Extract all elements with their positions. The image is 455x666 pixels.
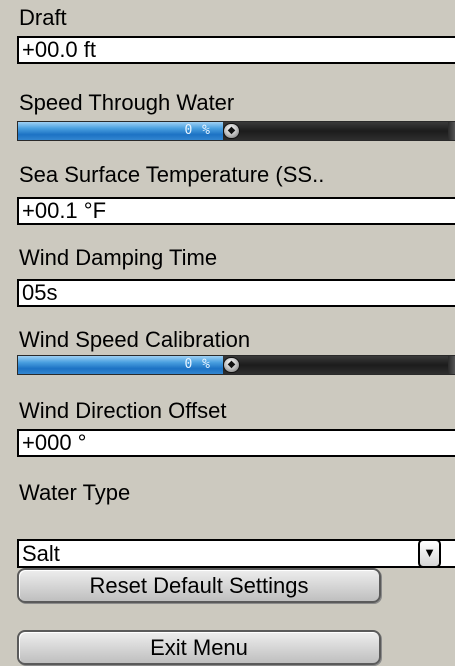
wind-direction-offset-field[interactable]: +000 ° bbox=[17, 429, 455, 457]
slider-handle-icon[interactable]: ◆ bbox=[223, 123, 240, 139]
slider-fill: 0 % bbox=[18, 122, 223, 140]
draft-field[interactable]: +00.0 ft bbox=[17, 36, 455, 64]
water-type-select[interactable]: Salt bbox=[17, 539, 455, 568]
reset-default-settings-button[interactable]: Reset Default Settings bbox=[17, 568, 381, 603]
speed-through-water-slider[interactable]: 0 % ◆ bbox=[17, 121, 455, 141]
slider-fill: 0 % bbox=[18, 356, 223, 374]
slider-end bbox=[448, 122, 455, 140]
wind-direction-offset-label: Wind Direction Offset bbox=[19, 398, 227, 423]
slider-end bbox=[448, 356, 455, 374]
slider-percent: 0 % bbox=[184, 123, 211, 138]
triangle-down-icon[interactable]: ▼ bbox=[418, 539, 441, 568]
exit-menu-button[interactable]: Exit Menu bbox=[17, 630, 381, 665]
wind-damping-time-label: Wind Damping Time bbox=[19, 245, 218, 270]
wind-speed-calibration-slider[interactable]: 0 % ◆ bbox=[17, 355, 455, 375]
sea-surface-temperature-field[interactable]: +00.1 °F bbox=[17, 197, 455, 225]
speed-through-water-label: Speed Through Water bbox=[19, 90, 235, 115]
slider-handle-icon[interactable]: ◆ bbox=[223, 357, 240, 373]
slider-percent: 0 % bbox=[184, 357, 211, 372]
sea-surface-temperature-label: Sea Surface Temperature (SS.. bbox=[19, 162, 325, 187]
water-type-label: Water Type bbox=[19, 480, 131, 505]
wind-damping-time-field[interactable]: 05s bbox=[17, 279, 455, 307]
draft-label: Draft bbox=[19, 5, 67, 30]
wind-speed-calibration-label: Wind Speed Calibration bbox=[19, 327, 251, 352]
